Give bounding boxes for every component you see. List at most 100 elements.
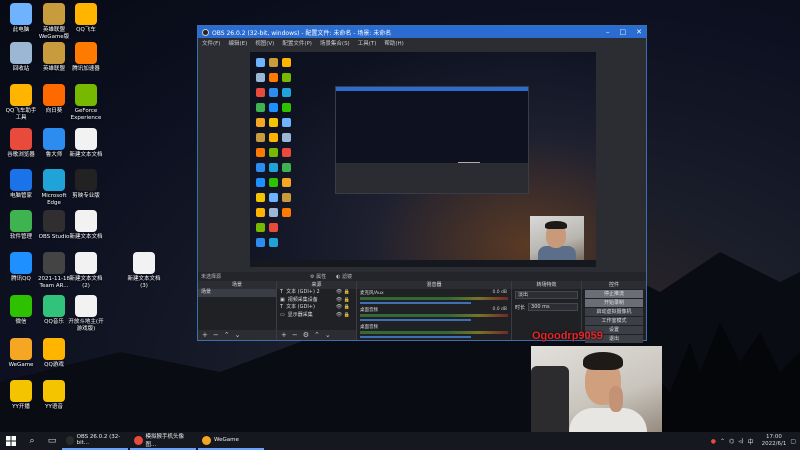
- menu-item[interactable]: 编辑(E): [228, 39, 247, 47]
- desktop-icon[interactable]: 新建文本文档: [68, 128, 104, 159]
- desktop-icon[interactable]: 鲁大师: [36, 128, 72, 159]
- taskbar-app[interactable]: OBS 26.0.2 (32-bit...: [62, 432, 128, 450]
- tray-red-icon[interactable]: ●: [711, 438, 716, 445]
- obs-title-bar[interactable]: OBS 26.0.2 (32-bit, windows) - 配置文件: 未命名…: [198, 26, 646, 38]
- preview-desktop-icon: [256, 103, 265, 112]
- mixer-track[interactable]: 桌面音频: [357, 323, 511, 340]
- preview-desktop-icon: [282, 193, 291, 202]
- desktop-icon[interactable]: YY语音: [36, 380, 72, 411]
- app-icon: [133, 252, 155, 274]
- desktop-icon[interactable]: YY开播: [3, 380, 39, 411]
- obs-preview[interactable]: [198, 48, 646, 272]
- menu-item[interactable]: 工具(T): [358, 39, 377, 47]
- scene-item[interactable]: 场景: [198, 289, 276, 297]
- move-up-icon[interactable]: ⌃: [224, 331, 230, 339]
- desktop-icon[interactable]: QQ飞车助手工具: [3, 84, 39, 122]
- duration-input[interactable]: 300 ms: [528, 303, 578, 311]
- task-view-icon[interactable]: ▭: [42, 432, 62, 450]
- preview-desktop-icon: [282, 103, 291, 112]
- source-item-label: 文本 (GDI+) 2: [286, 289, 320, 295]
- desktop-icon[interactable]: 腾讯QQ: [3, 252, 39, 283]
- desktop-icon[interactable]: Microsoft Edge: [36, 169, 72, 207]
- desktop-icon[interactable]: QQ音乐: [36, 295, 72, 326]
- desktop-icon[interactable]: WeGame: [3, 338, 39, 369]
- desktop-icon[interactable]: QQ游戏: [36, 338, 72, 369]
- remove-scene-icon[interactable]: −: [213, 331, 219, 339]
- app-icon: [75, 295, 97, 317]
- search-icon[interactable]: ⌕: [22, 432, 42, 450]
- desktop-icon[interactable]: 软件管理: [3, 210, 39, 241]
- mixer-dock-title: 混音器: [357, 281, 511, 289]
- remove-source-icon[interactable]: −: [292, 331, 298, 339]
- source-item[interactable]: ▭ 显示器采集 👁 🔒: [277, 312, 356, 320]
- desktop-icon[interactable]: 新建文本文档 (3): [126, 252, 162, 290]
- control-button[interactable]: 停止推流: [585, 290, 643, 298]
- move-up-icon[interactable]: ⌃: [314, 331, 320, 339]
- add-scene-icon[interactable]: +: [202, 331, 208, 339]
- desktop-icon[interactable]: 2021-11-18 Team AR...: [36, 252, 72, 290]
- desktop-icon[interactable]: 剪映专业版: [68, 169, 104, 200]
- desktop-icon[interactable]: 腾讯加速器: [68, 42, 104, 73]
- visibility-icon[interactable]: 👁 🔒: [336, 304, 350, 312]
- control-button[interactable]: 开始录制: [585, 299, 643, 307]
- volume-slider[interactable]: [360, 302, 471, 304]
- desktop-icon[interactable]: 谷歌浏览器: [3, 128, 39, 159]
- taskbar-app[interactable]: WeGame: [198, 432, 264, 450]
- properties-button[interactable]: ⚙ 属性: [310, 273, 326, 280]
- desktop-icon-label: 2021-11-18 Team AR...: [38, 276, 70, 289]
- clock-date: 2022/6/1: [761, 441, 787, 447]
- move-down-icon[interactable]: ⌄: [235, 331, 241, 339]
- source-item[interactable]: T 文本 (GDI+) 👁 🔒: [277, 304, 356, 312]
- ime-indicator[interactable]: 中: [748, 437, 754, 446]
- desktop-icon[interactable]: QQ飞车: [68, 3, 104, 34]
- desktop-icon[interactable]: 回收站: [3, 42, 39, 73]
- taskbar-app[interactable]: 模拟猴手机头像图...: [130, 432, 196, 450]
- desktop-icon[interactable]: 向日葵: [36, 84, 72, 115]
- desktop-icon[interactable]: 此电脑: [3, 3, 39, 34]
- visibility-icon[interactable]: 👁 🔒: [336, 312, 350, 320]
- start-button[interactable]: [0, 432, 22, 450]
- mixer-track[interactable]: 麦克风/Aux 0.0 dB: [357, 289, 511, 306]
- desktop-icon[interactable]: OBS Studio: [36, 210, 72, 241]
- visibility-icon[interactable]: 👁 🔒: [336, 297, 350, 305]
- desktop-icon[interactable]: 新建文本文档 (2): [68, 252, 104, 290]
- volume-slider[interactable]: [360, 336, 471, 338]
- preview-canvas[interactable]: [250, 52, 596, 267]
- desktop-icon[interactable]: 英雄联盟 WeGame版: [36, 3, 72, 41]
- menu-item[interactable]: 视图(V): [255, 39, 274, 47]
- volume-slider[interactable]: [360, 319, 471, 321]
- visibility-icon[interactable]: 👁 🔒: [336, 289, 350, 297]
- app-icon: [10, 169, 32, 191]
- add-source-icon[interactable]: +: [281, 331, 287, 339]
- menu-item[interactable]: 帮助(H): [384, 39, 403, 47]
- control-button[interactable]: 启动虚拟摄像机: [585, 308, 643, 316]
- desktop-icon[interactable]: 英雄联盟: [36, 42, 72, 73]
- mixer-track[interactable]: 桌面音频 0.0 dB: [357, 306, 511, 323]
- source-item-label: 视频采集设备: [287, 296, 318, 303]
- menu-item[interactable]: 场景集合(S): [320, 39, 350, 47]
- source-item-label: 文本 (GDI+): [286, 304, 315, 310]
- control-button[interactable]: 工作室模式: [585, 317, 643, 325]
- source-settings-icon[interactable]: ⚙: [303, 331, 309, 339]
- network-icon[interactable]: ⌬: [729, 438, 734, 445]
- notification-icon[interactable]: ▢: [790, 438, 796, 445]
- desktop-icon[interactable]: 电脑管家: [3, 169, 39, 200]
- desktop-icon[interactable]: 微信: [3, 295, 39, 326]
- menu-item[interactable]: 配置文件(P): [282, 39, 312, 47]
- move-down-icon[interactable]: ⌄: [325, 331, 331, 339]
- chevron-up-icon[interactable]: ⌃: [720, 438, 725, 445]
- desktop-icon[interactable]: GeForce Experience: [68, 84, 104, 122]
- source-item[interactable]: ▣ 视频采集设备 👁 🔒: [277, 297, 356, 305]
- desktop-icon[interactable]: 开放斗地主(开游戏版): [68, 295, 104, 333]
- maximize-icon[interactable]: □: [620, 28, 627, 36]
- minimize-icon[interactable]: –: [606, 28, 610, 36]
- close-icon[interactable]: ✕: [636, 28, 642, 36]
- clock[interactable]: 17:00 2022/6/1: [762, 434, 787, 448]
- volume-icon[interactable]: ◃): [738, 438, 743, 445]
- menu-item[interactable]: 文件(F): [202, 39, 220, 47]
- obs-window[interactable]: OBS 26.0.2 (32-bit, windows) - 配置文件: 未命名…: [197, 25, 647, 343]
- source-item[interactable]: T 文本 (GDI+) 2 👁 🔒: [277, 289, 356, 297]
- transition-select[interactable]: 淡出: [515, 291, 578, 299]
- filters-button[interactable]: ◐ 滤镜: [336, 273, 352, 280]
- desktop-icon[interactable]: 新建文本文档: [68, 210, 104, 241]
